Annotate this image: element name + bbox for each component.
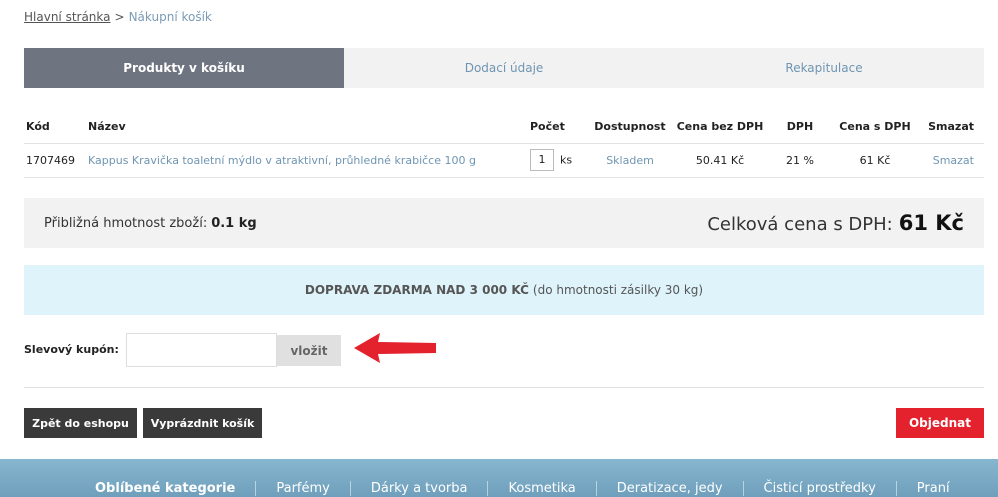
quantity-unit: ks: [560, 153, 573, 167]
red-arrow-left-icon: [354, 333, 436, 363]
header-qty: Počet: [530, 111, 590, 144]
step-delivery[interactable]: Dodací údaje: [344, 48, 664, 88]
free-shipping-banner: DOPRAVA ZDARMA NAD 3 000 KČ (do hmotnosti…: [24, 265, 984, 315]
breadcrumb-home-link[interactable]: Hlavní stránka: [24, 10, 111, 24]
table-row: 1707469 Kappus Kravička toaletní mýdlo v…: [24, 143, 984, 178]
footer-category-list: Oblíbené kategorie Parfémy Dárky a tvorb…: [75, 481, 970, 496]
checkout-steps: Produkty v košíku Dodací údaje Rekapitul…: [24, 48, 984, 88]
weight-value: 0.1 kg: [211, 215, 257, 231]
delete-link[interactable]: Smazat: [933, 154, 974, 167]
footer-item-cosmetics[interactable]: Kosmetika: [487, 481, 595, 496]
delete-cell: Smazat: [920, 143, 984, 178]
header-vat: DPH: [770, 111, 830, 144]
footer-item-laundry[interactable]: Praní: [895, 481, 970, 496]
total-price: Celková cena s DPH: 61 Kč: [707, 211, 964, 235]
total-label: Celková cena s DPH:: [707, 214, 893, 235]
order-button[interactable]: Objednat: [896, 408, 984, 438]
cart-summary: Přibližná hmotnost zboží: 0.1 kg Celková …: [24, 198, 984, 248]
availability-cell: Skladem: [590, 143, 670, 178]
free-shipping-note: (do hmotnosti zásilky 30 kg): [532, 283, 704, 297]
header-price-vat: Cena s DPH: [830, 111, 920, 144]
footer-item-perfumes[interactable]: Parfémy: [255, 481, 350, 496]
availability-link[interactable]: Skladem: [606, 154, 654, 167]
breadcrumb-separator: >: [114, 10, 125, 24]
back-to-shop-button[interactable]: Zpět do eshopu: [24, 408, 137, 438]
footer-item-gifts[interactable]: Dárky a tvorba: [349, 481, 488, 496]
footer-item-pest-control[interactable]: Deratizace, jedy: [595, 481, 743, 496]
product-code: 1707469: [24, 143, 88, 178]
breadcrumb: Hlavní stránka > Nákupní košík: [24, 10, 212, 24]
table-header-row: Kód Název Počet Dostupnost Cena bez DPH …: [24, 111, 984, 144]
quantity-input[interactable]: 1: [530, 149, 554, 171]
step-recap[interactable]: Rekapitulace: [664, 48, 984, 88]
header-name: Název: [88, 111, 530, 144]
weight-info: Přibližná hmotnost zboží: 0.1 kg: [44, 216, 257, 231]
coupon-input[interactable]: [126, 333, 277, 367]
empty-cart-button[interactable]: Vyprázdnit košík: [143, 408, 262, 438]
weight-label: Přibližná hmotnost zboží:: [44, 215, 208, 231]
footer-item-favorite-categories[interactable]: Oblíbené kategorie: [75, 481, 255, 496]
price-with-vat: 61 Kč: [830, 143, 920, 178]
coupon-apply-button[interactable]: vložit: [277, 335, 341, 366]
footer-item-cleaning[interactable]: Čisticí prostředky: [742, 481, 896, 496]
cart-table: Kód Název Počet Dostupnost Cena bez DPH …: [24, 111, 984, 178]
product-name-cell: Kappus Kravička toaletní mýdlo v atrakti…: [88, 143, 530, 178]
divider: [24, 387, 984, 388]
product-name-link[interactable]: Kappus Kravička toaletní mýdlo v atrakti…: [88, 154, 476, 167]
coupon-label: Slevový kupón:: [24, 343, 119, 356]
header-code: Kód: [24, 111, 88, 144]
step-products[interactable]: Produkty v košíku: [24, 48, 344, 88]
footer-nav: Oblíbené kategorie Parfémy Dárky a tvorb…: [0, 459, 998, 497]
header-availability: Dostupnost: [590, 111, 670, 144]
breadcrumb-current: Nákupní košík: [128, 10, 212, 24]
product-qty-cell: 1 ks: [530, 143, 590, 178]
header-price: Cena bez DPH: [670, 111, 770, 144]
vat-rate: 21 %: [770, 143, 830, 178]
header-delete: Smazat: [920, 111, 984, 144]
total-value: 61 Kč: [898, 211, 964, 235]
price-without-vat: 50.41 Kč: [670, 143, 770, 178]
free-shipping-title: DOPRAVA ZDARMA NAD 3 000 KČ: [304, 283, 529, 297]
